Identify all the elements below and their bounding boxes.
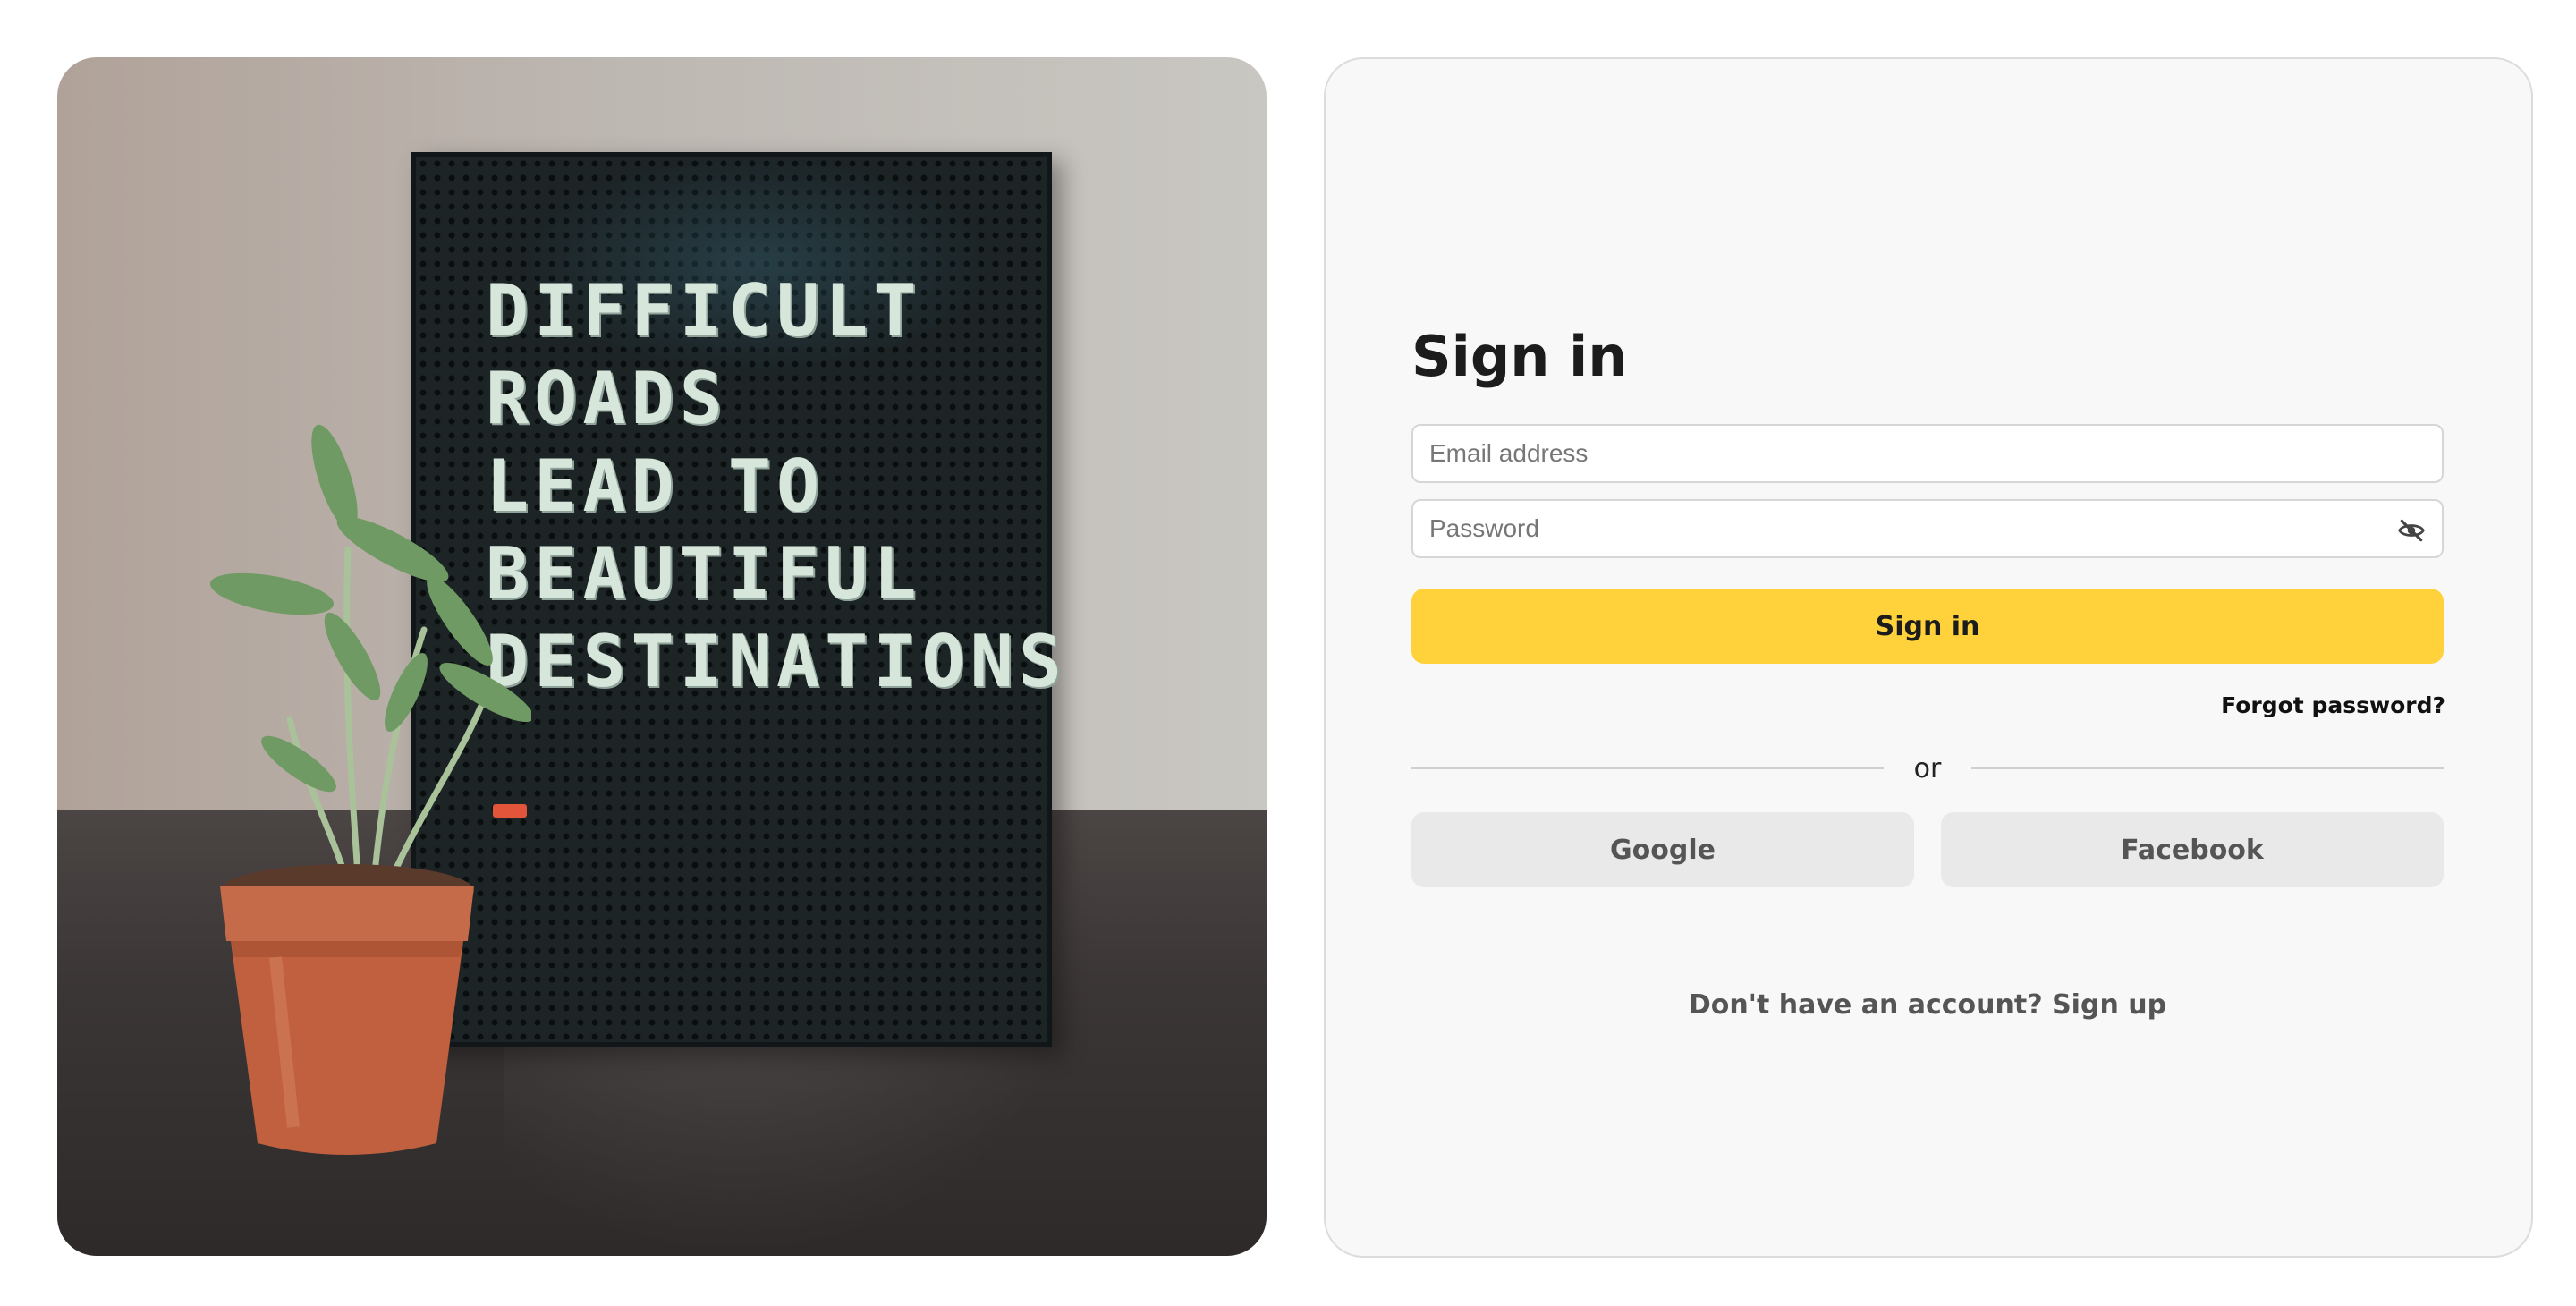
google-button[interactable]: Google: [1411, 812, 1914, 887]
email-field-wrapper: [1411, 424, 2444, 483]
terracotta-pot: [220, 864, 474, 1155]
hero-photo: DIFFICULT ROADS LEAD TO BEAUTIFUL DESTIN…: [57, 57, 1267, 1256]
page-title: Sign in: [1411, 324, 1628, 389]
signin-card: Sign in Sign in Forgot password? or Goog…: [1324, 57, 2533, 1258]
divider-line: [1411, 767, 1884, 769]
board-line: LEAD TO: [486, 445, 826, 528]
sign-up-link[interactable]: Sign up: [2052, 989, 2166, 1021]
divider-text: or: [1913, 752, 1942, 784]
sign-in-button[interactable]: Sign in: [1411, 589, 2444, 664]
board-line: BEAUTIFUL: [486, 532, 922, 615]
eye-slash-icon[interactable]: [2397, 516, 2426, 545]
password-field-wrapper: [1411, 499, 2444, 558]
email-field[interactable]: [1413, 426, 2442, 481]
divider-line: [1971, 767, 2445, 769]
board-line: DESTINATIONS: [486, 620, 1067, 703]
signup-prompt: Don't have an account? Sign up: [1411, 989, 2444, 1021]
page: DIFFICULT ROADS LEAD TO BEAUTIFUL DESTIN…: [0, 0, 2576, 1306]
board-line: DIFFICULT: [486, 269, 922, 352]
or-divider: or: [1411, 748, 2445, 789]
facebook-button[interactable]: Facebook: [1941, 812, 2444, 887]
board-line: ROADS: [486, 357, 728, 440]
forgot-password-link[interactable]: Forgot password?: [2221, 692, 2445, 718]
signup-question: Don't have an account?: [1688, 989, 2043, 1021]
password-field[interactable]: [1413, 501, 2442, 556]
board-text: DIFFICULT ROADS LEAD TO BEAUTIFUL DESTIN…: [486, 267, 1067, 706]
seedling-plant: [209, 424, 531, 925]
